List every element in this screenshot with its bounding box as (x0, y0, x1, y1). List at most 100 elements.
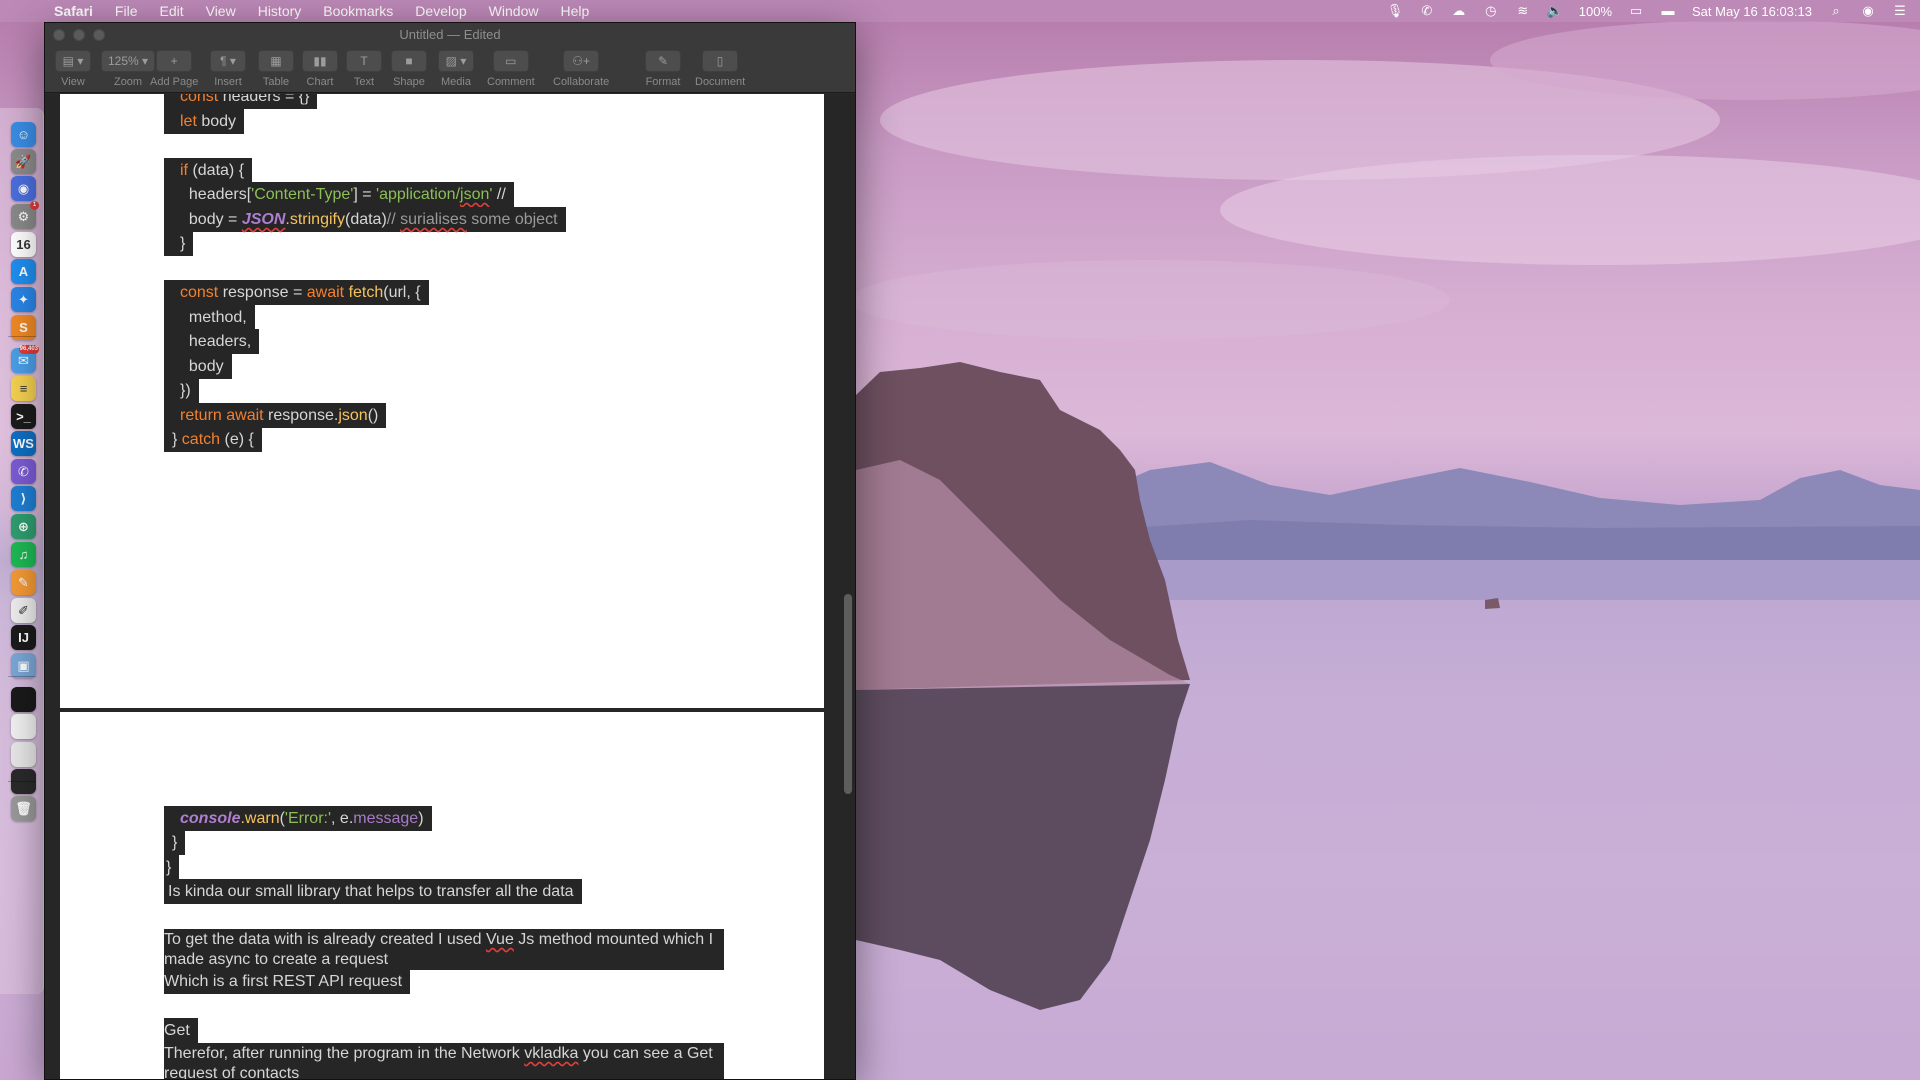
creative-cloud-icon[interactable]: ☁ (1451, 4, 1467, 18)
battery-icon[interactable]: ▭ (1628, 4, 1644, 18)
document-line[interactable]: } catch (e) { (164, 427, 262, 452)
clock[interactable]: Sat May 16 16:03:13 (1692, 4, 1812, 19)
add-page-icon[interactable]: + (156, 50, 193, 72)
document-line[interactable]: const headers = {} (164, 94, 318, 109)
document-line[interactable]: method, (164, 305, 255, 330)
viber-status-icon[interactable]: ✆ (1419, 4, 1435, 18)
menu-help[interactable]: Help (549, 0, 600, 22)
toolbar-document[interactable]: ▯ Document (695, 50, 745, 88)
document-line[interactable]: body = JSON.stringify(data)// surialises… (164, 207, 566, 232)
document-line[interactable]: body (164, 354, 232, 379)
document-icon[interactable]: ▯ (702, 50, 739, 72)
pages-icon[interactable]: ✎ (11, 570, 36, 595)
document-line[interactable]: Get (164, 1018, 198, 1043)
notes-icon[interactable]: ≡ (11, 376, 36, 401)
network-icon[interactable]: ⊕ (11, 514, 36, 539)
toolbar-zoom[interactable]: 125% ▾ Zoom (101, 50, 156, 88)
system-preferences-icon[interactable]: ⚙ 1 (11, 201, 39, 229)
document-line[interactable]: Is kinda our small library that helps to… (164, 879, 582, 904)
menu-app-name[interactable]: Safari (46, 0, 104, 22)
spotify-icon[interactable]: ♫ (11, 542, 36, 567)
calendar-icon[interactable]: 16 (11, 232, 36, 257)
document-line[interactable]: To get the data with is already created … (164, 929, 724, 970)
toolbar-format[interactable]: ✎ Format (645, 50, 681, 88)
notification-center-icon[interactable]: ☰ (1892, 4, 1908, 18)
document-line[interactable]: let body (164, 109, 245, 134)
wifi-icon[interactable]: ≋ (1515, 4, 1531, 18)
toolbar-add-page[interactable]: + Add Page (150, 50, 198, 88)
webstorm-icon[interactable]: WS (11, 431, 36, 456)
mail-icon[interactable]: ✉ 96,403 (11, 345, 39, 373)
window-titlebar[interactable]: Untitled — Edited (45, 23, 855, 47)
menu-file[interactable]: File (104, 0, 149, 22)
document-line[interactable]: Therefor, after running the program in t… (164, 1043, 724, 1079)
insert-icon[interactable]: ¶ ▾ (210, 50, 246, 72)
close-button[interactable] (53, 29, 65, 41)
vertical-scrollbar[interactable] (844, 594, 852, 794)
document-line[interactable]: } (164, 231, 194, 256)
keyboard-flag-icon[interactable]: ▬ (1660, 4, 1676, 18)
toolbar-table[interactable]: ▦ Table (258, 50, 294, 88)
comment-icon[interactable]: ▭ (492, 50, 529, 72)
text-icon[interactable]: T (346, 50, 382, 72)
volume-icon[interactable]: 🔈 (1547, 4, 1563, 18)
terminal-icon[interactable]: >_ (11, 404, 36, 429)
menu-bookmarks[interactable]: Bookmarks (312, 0, 404, 22)
intellij-icon[interactable]: IJ (11, 625, 36, 650)
menu-develop[interactable]: Develop (404, 0, 477, 22)
spotlight-search-icon[interactable]: ⌕ (1828, 4, 1844, 18)
minimize-button[interactable] (73, 29, 85, 41)
toolbar-collaborate[interactable]: ⚇+ Collaborate (553, 50, 609, 88)
time-machine-icon[interactable]: ◷ (1483, 4, 1499, 18)
toolbar-comment[interactable]: ▭ Comment (487, 50, 535, 88)
safari-icon[interactable]: ✦ (11, 287, 36, 312)
vscode-icon[interactable]: ⟩ (11, 486, 36, 511)
document-line[interactable]: headers, (164, 329, 260, 354)
minimized-window-3-icon[interactable] (11, 742, 36, 767)
toolbar-text[interactable]: T Text (346, 50, 382, 88)
minimized-window-1-icon[interactable] (11, 687, 36, 712)
zoom-button[interactable] (93, 29, 105, 41)
battery-percent[interactable]: 100% (1579, 4, 1612, 19)
toolbar-view[interactable]: ▤ ▾ View (55, 50, 91, 88)
textedit-icon[interactable]: ✐ (11, 598, 36, 623)
zoom-icon[interactable]: 125% ▾ (101, 50, 156, 72)
collaborate-icon[interactable]: ⚇+ (563, 50, 600, 72)
document-line[interactable]: }) (164, 378, 199, 403)
media-icon[interactable]: ▨ ▾ (438, 50, 474, 72)
document-canvas[interactable]: const headers = {} let body if (data) { he… (45, 94, 855, 1079)
document-line[interactable]: console.warn('Error:', e.message) (164, 806, 432, 831)
document-line[interactable]: if (data) { (164, 158, 253, 183)
document-line[interactable]: Which is a first REST API request (164, 969, 411, 994)
toolbar-chart[interactable]: ▮▮ Chart (302, 50, 338, 88)
minimized-window-2-icon[interactable] (11, 714, 36, 739)
finder-icon[interactable]: ☺ (11, 122, 36, 147)
siri-menu-icon[interactable]: ◉ (1860, 4, 1876, 18)
format-icon[interactable]: ✎ (645, 50, 681, 72)
toolbar-media[interactable]: ▨ ▾ Media (438, 50, 474, 88)
document-line[interactable]: } (164, 855, 180, 880)
menu-window[interactable]: Window (478, 0, 550, 22)
trash-icon[interactable]: 🗑 (11, 796, 36, 821)
viber-icon[interactable]: ✆ (11, 459, 36, 484)
shape-icon[interactable]: ■ (391, 50, 427, 72)
siri-icon[interactable]: ◉ (11, 176, 36, 201)
toolbar-shape[interactable]: ■ Shape (391, 50, 427, 88)
document-line[interactable]: } (164, 830, 186, 855)
app-store-icon[interactable]: A (11, 259, 36, 284)
document-line[interactable]: return await response.json() (164, 403, 387, 428)
launchpad-icon[interactable]: 🚀 (11, 149, 36, 174)
document-page-1[interactable]: const headers = {} let body if (data) { he… (60, 94, 824, 708)
document-page-2[interactable]: console.warn('Error:', e.message)}} Is ki… (60, 712, 824, 1079)
microphone-icon[interactable]: 🎙 (1387, 4, 1404, 18)
view-icon[interactable]: ▤ ▾ (55, 50, 91, 72)
menu-history[interactable]: History (247, 0, 313, 22)
document-line[interactable]: const response = await fetch(url, { (164, 280, 429, 305)
preview-icon[interactable]: ▣ (11, 653, 36, 678)
menu-edit[interactable]: Edit (148, 0, 194, 22)
table-icon[interactable]: ▦ (258, 50, 294, 72)
toolbar-insert[interactable]: ¶ ▾ Insert (210, 50, 246, 88)
menu-view[interactable]: View (195, 0, 247, 22)
chart-icon[interactable]: ▮▮ (302, 50, 338, 72)
document-line[interactable]: headers['Content-Type'] = 'application/j… (164, 182, 514, 207)
